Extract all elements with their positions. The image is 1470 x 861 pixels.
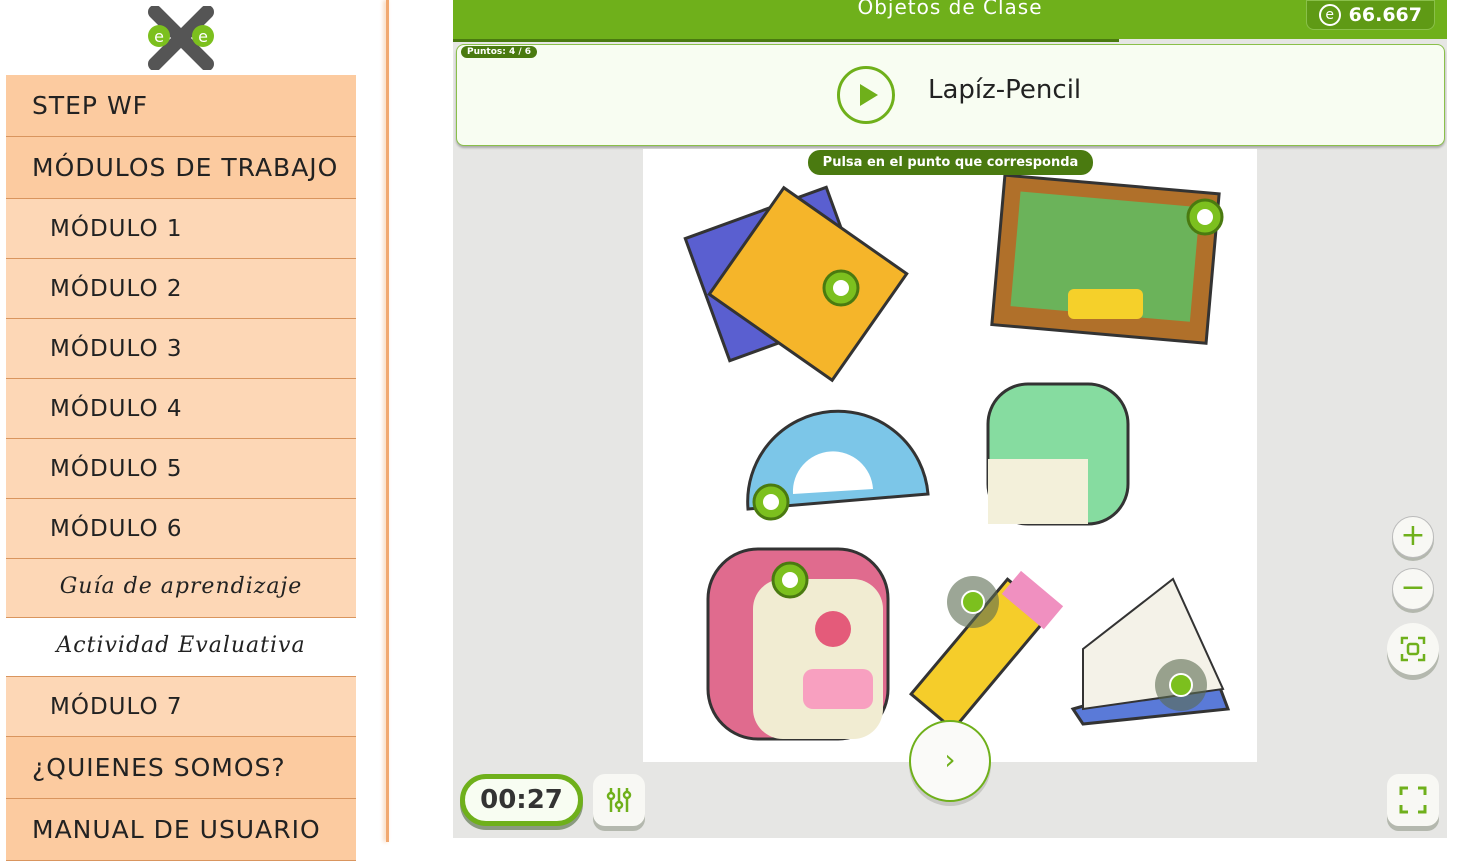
sidebar-item[interactable]: MÓDULOS DE TRABAJO	[6, 137, 356, 199]
svg-text:e: e	[198, 27, 208, 46]
settings-button[interactable]	[593, 774, 645, 826]
svg-text:e: e	[154, 27, 164, 46]
next-button[interactable]: ›	[909, 720, 991, 802]
points-badge: Puntos: 4 / 6	[461, 46, 538, 58]
score-badge: e 66.667	[1305, 0, 1435, 30]
target-word: Lapíz-Pencil	[928, 75, 1082, 105]
sliders-icon	[606, 788, 632, 812]
timer: 00:27	[460, 774, 583, 826]
score-icon: e	[1318, 4, 1341, 26]
chalkboard-illustration	[990, 173, 1221, 345]
notebook-illustration	[683, 185, 909, 383]
focus-icon	[1400, 636, 1426, 662]
instruction-banner: Pulsa en el punto que corresponda	[808, 150, 1093, 175]
zoom-in-button[interactable]: +	[1392, 516, 1434, 558]
sidebar-item[interactable]: MÓDULO 3	[6, 319, 356, 379]
fullscreen-icon	[1399, 786, 1427, 814]
sidebar-item[interactable]: MÓDULO 7	[6, 677, 356, 737]
score-value: 66.667	[1348, 4, 1422, 26]
game-title: Objetos de Clase	[857, 0, 1043, 19]
sidebar-item[interactable]: MÓDULO 4	[6, 379, 356, 439]
sidebar: ee STEP WF MÓDULOS DE TRABAJO MÓDULO 1 MÓDU…	[6, 0, 356, 861]
sidebar-item[interactable]: MANUAL DE USUARIO	[6, 799, 356, 861]
exe-logo: ee	[6, 0, 356, 75]
backpack-green-illustration	[986, 382, 1130, 526]
progress-bar	[1118, 39, 1447, 42]
question-box: Puntos: 4 / 6 Lapíz-Pencil	[456, 44, 1445, 146]
sidebar-item[interactable]: MÓDULO 5	[6, 439, 356, 499]
sidebar-item[interactable]: ¿QUIENES SOMOS?	[6, 737, 356, 799]
fit-view-button[interactable]	[1387, 623, 1439, 675]
play-audio-button[interactable]	[837, 66, 895, 124]
sidebar-item[interactable]: MÓDULO 2	[6, 259, 356, 319]
game-panel: Objetos de Clase e 66.667 Puntos: 4 / 6 L…	[453, 0, 1447, 838]
book-open-illustration	[1070, 577, 1231, 726]
sidebar-item[interactable]: Guía de aprendizaje	[6, 559, 356, 618]
sidebar-item[interactable]: MÓDULO 1	[6, 199, 356, 259]
sidebar-item[interactable]: MÓDULO 6	[6, 499, 356, 559]
divider	[386, 0, 389, 842]
zoom-out-button[interactable]: −	[1392, 568, 1434, 610]
fullscreen-button[interactable]	[1387, 774, 1439, 826]
sidebar-item[interactable]: Actividad Evaluativa	[6, 618, 356, 677]
game-header: Objetos de Clase e 66.667	[453, 0, 1447, 42]
sidebar-item[interactable]: STEP WF	[6, 75, 356, 137]
objects-image	[643, 149, 1257, 762]
